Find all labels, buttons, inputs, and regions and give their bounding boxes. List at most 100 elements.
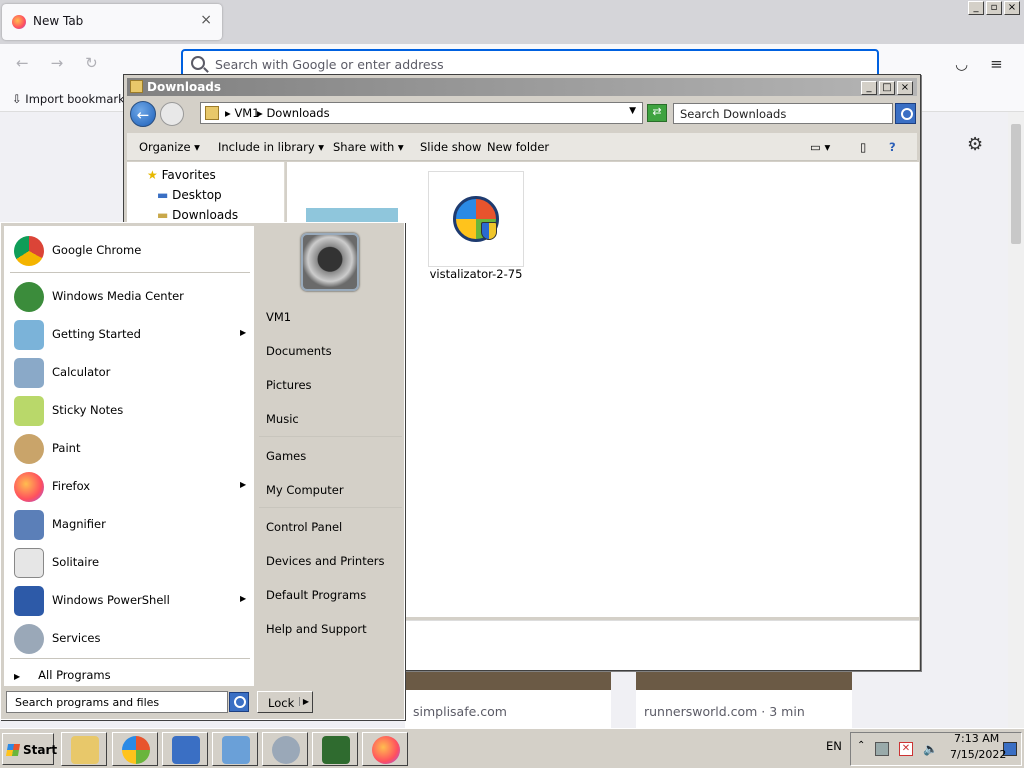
start-item-documents[interactable]: Documents: [266, 344, 332, 358]
taskbar: Start EN ⌃ ✕ 🔈 7:13 AM 7/15/2022: [0, 728, 1024, 768]
change-view-icon[interactable]: ▭ ▾: [810, 140, 830, 154]
start-item-control-panel[interactable]: Control Panel: [266, 520, 342, 534]
powershell-icon: [14, 586, 44, 616]
organize-menu[interactable]: Organize ▾: [139, 140, 200, 154]
program-firefox[interactable]: Firefox ▶: [10, 468, 254, 504]
maximize-button[interactable]: □: [879, 81, 895, 95]
clock-time[interactable]: 7:13 AM: [954, 732, 999, 745]
refresh-button[interactable]: ⇄: [647, 104, 667, 122]
program-services[interactable]: Services: [10, 620, 254, 656]
start-item-devices-printers[interactable]: Devices and Printers: [266, 554, 385, 568]
windows-orb-icon: [122, 736, 150, 764]
start-item-my-computer[interactable]: My Computer: [266, 483, 344, 497]
new-folder-button[interactable]: New folder: [487, 140, 549, 154]
forward-button[interactable]: [160, 102, 184, 126]
reload-icon[interactable]: ↻: [85, 54, 98, 72]
help-icon[interactable]: ?: [889, 140, 896, 154]
close-button[interactable]: ×: [1004, 1, 1020, 15]
chevron-down-icon[interactable]: ▼: [629, 106, 636, 116]
address-bar[interactable]: ▸ VM1 ▸ Downloads ▼: [200, 102, 643, 124]
start-button[interactable]: Start: [2, 733, 57, 765]
taskbar-button-app5[interactable]: [262, 732, 308, 766]
language-indicator[interactable]: EN: [826, 739, 842, 753]
share-with-menu[interactable]: Share with ▾: [333, 140, 404, 154]
taskbar-button-orb[interactable]: [112, 732, 158, 766]
program-paint[interactable]: Paint: [10, 430, 254, 466]
pocket-icon[interactable]: ◡: [955, 55, 968, 73]
tab-close-button[interactable]: ×: [200, 12, 212, 28]
gear-icon[interactable]: ⚙: [967, 134, 983, 155]
file-name[interactable]: vistalizator-2-75: [424, 267, 528, 281]
program-windows-powershell[interactable]: Windows PowerShell ▶: [10, 582, 254, 618]
taskbar-button-app4[interactable]: [212, 732, 258, 766]
preview-pane-icon[interactable]: ▯: [860, 140, 866, 154]
desktop-icon: ▬: [157, 188, 169, 202]
divider: [10, 272, 250, 273]
network-icon[interactable]: [875, 742, 889, 756]
program-magnifier[interactable]: Magnifier: [10, 506, 254, 542]
title-bar[interactable]: Downloads _ □ ×: [127, 78, 917, 96]
start-item-vm1[interactable]: VM1: [266, 310, 291, 324]
firefox-icon: [372, 736, 400, 764]
program-getting-started[interactable]: Getting Started ▶: [10, 316, 254, 352]
submenu-arrow-icon: ▶: [240, 328, 247, 337]
firefox-icon: [12, 15, 26, 29]
start-search-input[interactable]: Search programs and files: [6, 691, 228, 713]
scrollbar[interactable]: [1008, 112, 1024, 728]
include-library-menu[interactable]: Include in library ▾: [218, 140, 324, 154]
program-windows-media-center[interactable]: Windows Media Center: [10, 278, 254, 314]
taskbar-button-app6[interactable]: [312, 732, 358, 766]
start-item-default-programs[interactable]: Default Programs: [266, 588, 366, 602]
close-button[interactable]: ×: [897, 81, 913, 95]
sticky-notes-icon: [14, 396, 44, 426]
show-hidden-icons-icon[interactable]: ⌃: [857, 740, 865, 751]
top-site-tile[interactable]: runnersworld.com · 3 min: [636, 672, 852, 732]
slide-show-button[interactable]: Slide show: [420, 140, 481, 154]
back-arrow-icon: ←: [136, 106, 150, 124]
start-item-pictures[interactable]: Pictures: [266, 378, 312, 392]
tab-new-tab[interactable]: New Tab ×: [2, 4, 222, 40]
programs-pane: Google Chrome Windows Media Center Getti…: [4, 226, 254, 686]
program-calculator[interactable]: Calculator: [10, 354, 254, 390]
nav-downloads[interactable]: ▬ Downloads: [157, 208, 238, 222]
submenu-arrow-icon: ▶: [240, 480, 247, 489]
search-button[interactable]: [895, 103, 916, 124]
program-sticky-notes[interactable]: Sticky Notes: [10, 392, 254, 428]
start-item-music[interactable]: Music: [266, 412, 299, 426]
start-item-games[interactable]: Games: [266, 449, 306, 463]
top-site-tile[interactable]: simplisafe.com: [405, 672, 611, 732]
restore-button[interactable]: ▫: [986, 1, 1002, 15]
minimize-button[interactable]: _: [861, 81, 877, 95]
lock-label: Lock: [268, 696, 295, 710]
action-center-icon[interactable]: ✕: [899, 742, 913, 756]
all-programs-button[interactable]: ▶ All Programs: [14, 668, 111, 682]
taskbar-button-app3[interactable]: [162, 732, 208, 766]
getting-started-icon: [14, 320, 44, 350]
volume-icon[interactable]: 🔈: [923, 742, 938, 756]
menu-icon[interactable]: ≡: [990, 55, 1003, 73]
lock-options-arrow-icon[interactable]: ▶: [298, 697, 309, 706]
nav-favorites[interactable]: ★ Favorites: [147, 168, 216, 182]
nav-desktop[interactable]: ▬ Desktop: [157, 188, 222, 202]
breadcrumb-downloads[interactable]: ▸ Downloads: [257, 106, 330, 120]
start-search-button[interactable]: [229, 692, 249, 712]
breadcrumb-vm1[interactable]: ▸ VM1: [225, 106, 260, 120]
nav-buttons: ← → ↻: [16, 54, 116, 72]
file-thumbnail-partial[interactable]: [306, 208, 398, 222]
forward-arrow-icon[interactable]: →: [51, 54, 64, 72]
back-arrow-icon[interactable]: ←: [16, 54, 29, 72]
start-item-help-support[interactable]: Help and Support: [266, 622, 367, 636]
program-google-chrome[interactable]: Google Chrome: [10, 232, 254, 268]
minimize-button[interactable]: _: [968, 1, 984, 15]
user-avatar[interactable]: [301, 233, 359, 291]
program-solitaire[interactable]: Solitaire: [10, 544, 254, 580]
file-item[interactable]: [428, 171, 524, 267]
search-input[interactable]: Search Downloads: [673, 103, 893, 124]
taskbar-button-explorer[interactable]: [61, 732, 107, 766]
scrollbar-thumb[interactable]: [1011, 124, 1021, 244]
taskbar-button-firefox[interactable]: [362, 732, 408, 766]
program-label: Windows Media Center: [52, 289, 184, 303]
back-button[interactable]: ←: [130, 101, 156, 127]
lock-button[interactable]: Lock ▶: [257, 691, 313, 713]
clock-date[interactable]: 7/15/2022: [950, 748, 1006, 761]
